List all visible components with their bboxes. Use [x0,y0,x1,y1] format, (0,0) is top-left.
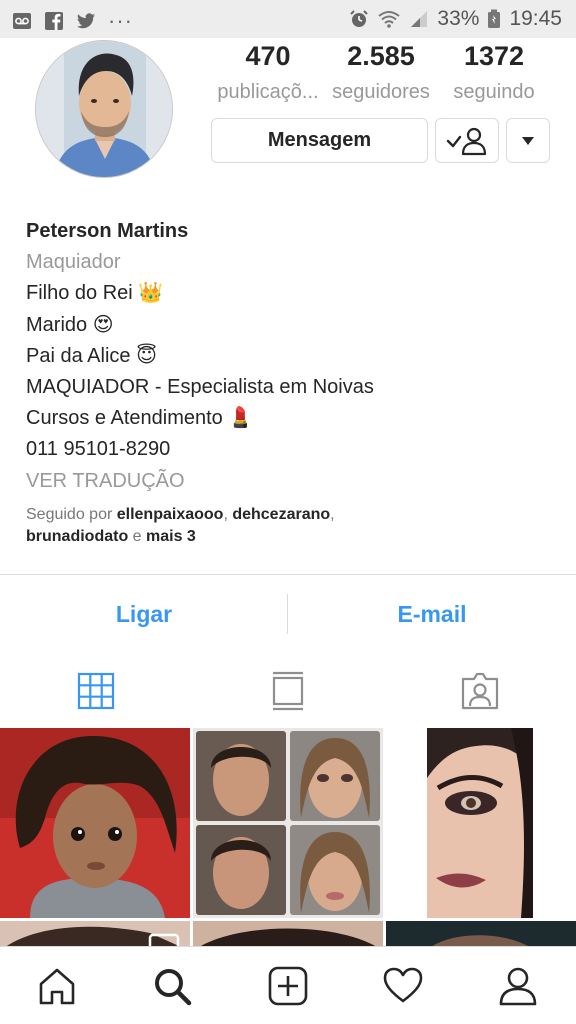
home-icon [39,968,75,1005]
followers-label: seguidores [332,81,430,103]
bio-line: MAQUIADOR - Especialista em Noivas [26,376,374,399]
facebook-icon [45,12,63,30]
nav-home[interactable] [36,965,78,1007]
post-thumbnail [196,731,380,915]
bio-line: Cursos e Atendimento 💄 [26,407,254,430]
nav-activity[interactable] [382,965,424,1007]
battery-icon [488,9,501,28]
stat-following[interactable]: 1372 seguindo [429,40,559,112]
post-tile[interactable] [0,728,190,918]
signal-icon [411,11,428,27]
posts-count: 470 [245,41,291,71]
stat-followers[interactable]: 2.585 seguidores [316,40,446,112]
clock: 19:45 [509,7,562,30]
search-icon [155,969,192,1006]
call-button[interactable]: Ligar [0,596,288,632]
followed-by-prefix: Seguido por [26,506,117,523]
bio-line: Filho do Rei 👑 [26,282,164,305]
profile-name: Peterson Martins [26,220,189,242]
separator: , [330,506,335,523]
message-button[interactable]: Mensagem [211,118,428,163]
follower-link[interactable]: ellenpaixaooo [117,506,224,523]
post-thumbnail [427,728,533,918]
alarm-icon [350,10,369,27]
profile-category: Maquiador [26,251,121,274]
tagged-icon [461,672,499,710]
avatar[interactable] [35,40,173,178]
post-tile[interactable] [386,728,576,918]
bio: Peterson Martins Maquiador Filho do Rei … [26,216,556,497]
twitter-icon [77,13,95,29]
add-icon [268,966,308,1006]
nav-search[interactable] [151,965,193,1007]
bio-line: Marido 😍 [26,313,114,336]
bottom-nav [0,946,576,1024]
nav-profile[interactable] [497,965,539,1007]
divider [0,574,576,575]
post-tile[interactable] [193,728,383,918]
tab-feed[interactable] [192,666,384,716]
status-bar: ··· 33% 19:45 [0,0,576,38]
more-followers-link[interactable]: mais 3 [146,528,196,545]
battery-percent: 33% [437,7,480,30]
profile-icon [499,967,537,1006]
avatar-photo [36,41,172,177]
conjunction: e [128,528,147,545]
following-label: seguindo [453,81,535,103]
person-check-icon [446,127,487,155]
posts-label: publicaçõ... [217,81,319,103]
heart-icon [383,967,423,1003]
caret-down-icon [522,136,534,145]
following-button[interactable] [435,118,499,163]
followed-by[interactable]: Seguido por ellenpaixaooo, dehcezarano, b… [26,504,556,548]
more-options-button[interactable] [506,118,550,163]
voicemail-icon [13,13,31,29]
see-translation-link[interactable]: VER TRADUÇÃO [26,466,556,497]
followers-count: 2.585 [347,41,415,71]
email-button[interactable]: E-mail [288,596,576,632]
feed-icon [272,671,304,711]
follower-link[interactable]: dehcezarano [232,506,330,523]
wifi-icon [378,11,401,28]
bio-line: Pai da Alice 😇 [26,344,157,367]
following-count: 1372 [463,41,525,71]
tab-tagged[interactable] [384,666,576,716]
nav-new-post[interactable] [267,965,309,1007]
tab-grid[interactable] [0,666,192,716]
stat-posts[interactable]: 470 publicaçõ... [203,40,333,112]
separator: , [223,506,233,523]
bio-phone[interactable]: 011 95101-8290 [26,434,556,465]
post-thumbnail [0,728,190,918]
overflow-dots: ··· [108,8,133,33]
follower-link[interactable]: brunadiodato [26,528,128,545]
grid-icon [77,672,115,710]
